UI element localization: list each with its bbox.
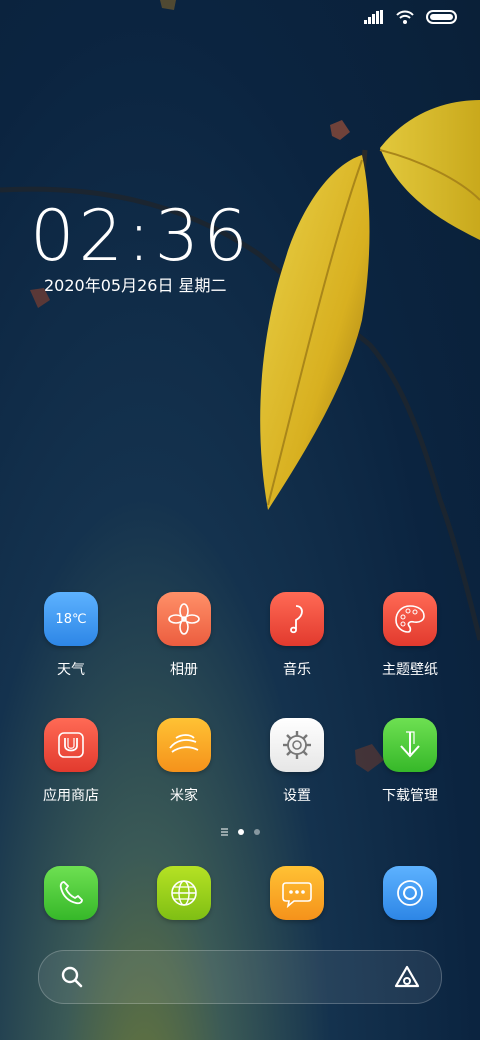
- assistant-icon[interactable]: [393, 964, 421, 990]
- weather-icon: 18℃: [44, 592, 98, 646]
- settings-icon: [270, 718, 324, 772]
- page-indicator[interactable]: [0, 829, 480, 835]
- store-icon: [44, 718, 98, 772]
- download-icon: [383, 718, 437, 772]
- dock-browser[interactable]: [128, 866, 240, 920]
- search-icon[interactable]: [61, 966, 83, 988]
- phone-icon: [44, 866, 98, 920]
- status-bar: [364, 10, 458, 24]
- app-music[interactable]: 音乐: [241, 592, 353, 679]
- app-label: 天气: [57, 662, 85, 678]
- music-icon: [270, 592, 324, 646]
- browser-icon: [157, 866, 211, 920]
- dock-messages[interactable]: [241, 866, 353, 920]
- app-label: 主题壁纸: [382, 662, 438, 678]
- app-themes[interactable]: 主题壁纸: [354, 592, 466, 679]
- app-label: 音乐: [283, 662, 311, 678]
- messages-icon: [270, 866, 324, 920]
- app-label: 应用商店: [43, 788, 99, 804]
- app-weather[interactable]: 18℃ 天气: [15, 592, 127, 679]
- app-downloads[interactable]: 下载管理: [354, 718, 466, 805]
- drawer-indicator: [220, 831, 228, 833]
- dock-phone[interactable]: [15, 866, 127, 920]
- clock-time[interactable]: 02:36: [30, 196, 252, 276]
- app-settings[interactable]: 设置: [241, 718, 353, 805]
- app-label: 设置: [283, 788, 311, 804]
- weather-temperature: 18℃: [55, 611, 87, 627]
- app-label: 米家: [170, 788, 198, 804]
- page-dot: [253, 829, 260, 835]
- dock-camera[interactable]: [354, 866, 466, 920]
- wifi-icon: [396, 10, 414, 24]
- app-label: 下载管理: [382, 788, 438, 804]
- page-dot-active: [237, 829, 244, 835]
- app-label: 相册: [170, 662, 198, 678]
- app-gallery[interactable]: 相册: [128, 592, 240, 679]
- app-store[interactable]: 应用商店: [15, 718, 127, 805]
- app-mijia[interactable]: 米家: [128, 718, 240, 805]
- search-bar[interactable]: [38, 950, 442, 1004]
- battery-icon: [426, 10, 457, 24]
- palette-icon: [383, 592, 437, 646]
- gallery-icon: [157, 592, 211, 646]
- camera-icon: [383, 866, 437, 920]
- clock-date[interactable]: 2020年05月26日 星期二: [44, 272, 227, 296]
- mijia-icon: [157, 718, 211, 772]
- signal-icon: [364, 10, 383, 24]
